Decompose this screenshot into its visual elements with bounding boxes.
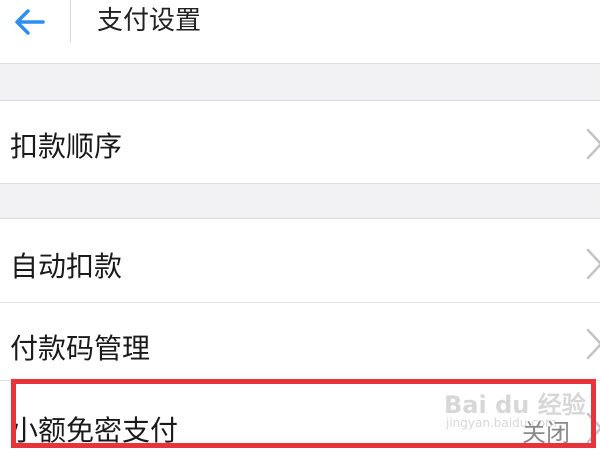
arrow-left-icon [15, 9, 45, 35]
settings-item-auto-deduct[interactable]: 自动扣款 [0, 218, 600, 302]
settings-item-deduction-order[interactable]: 扣款顺序 [0, 100, 600, 184]
settings-item-small-free-pay[interactable]: 小额免密支付 关闭 [0, 380, 600, 450]
chevron-right-icon [586, 128, 600, 160]
chevron-right-icon [586, 248, 600, 280]
settings-item-label: 付款码管理 [10, 332, 151, 365]
chevron-right-icon [586, 412, 600, 444]
settings-item-label: 自动扣款 [10, 250, 123, 283]
nav-bar: 支付设置 [0, 0, 600, 64]
small-free-pay-status: 关闭 [522, 419, 570, 447]
page-title: 支付设置 [97, 6, 202, 36]
chevron-right-icon [586, 328, 600, 360]
settings-item-label: 扣款顺序 [10, 130, 123, 163]
settings-item-payment-code[interactable]: 付款码管理 [0, 302, 600, 380]
back-button[interactable] [6, 4, 54, 40]
settings-item-label: 小额免密支付 [10, 414, 179, 447]
nav-divider [70, 0, 71, 42]
